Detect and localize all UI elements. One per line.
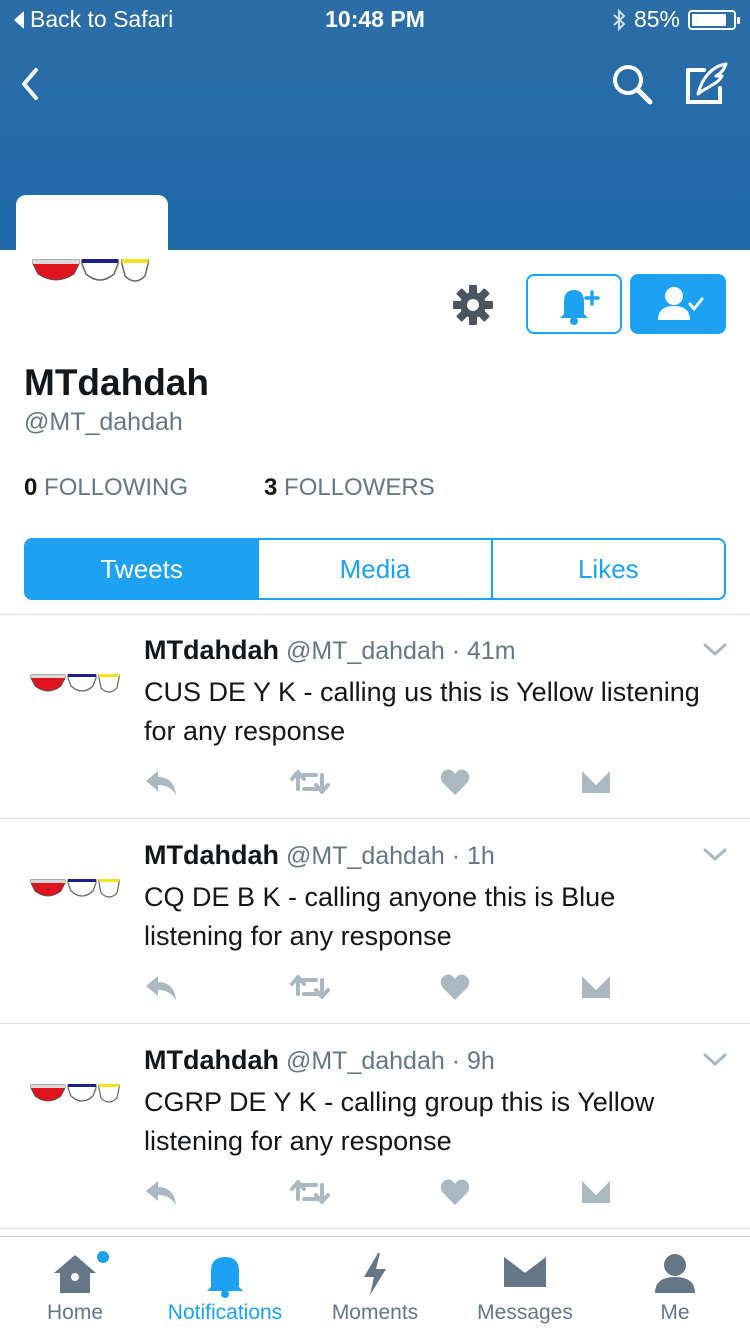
followers-count: 3	[264, 474, 278, 501]
bell-icon	[207, 1257, 243, 1298]
battery-level	[692, 13, 726, 26]
tabbar-messages-label: Messages	[477, 1301, 573, 1324]
lightning-icon	[364, 1253, 386, 1295]
tweet-author-handle[interactable]: @MT_dahdah	[286, 1047, 445, 1075]
heart-icon[interactable]	[440, 1177, 470, 1207]
profile-display-name: MTdahdah	[24, 362, 209, 403]
tab-media[interactable]: Media	[259, 540, 493, 598]
divider	[0, 1023, 750, 1024]
tweet-timestamp[interactable]: 1h	[467, 842, 495, 870]
tab-likes[interactable]: Likes	[493, 540, 724, 598]
tweet-header: MTdahdah @MT_dahdah · 1h	[144, 840, 495, 871]
direct-message-icon[interactable]	[580, 1177, 612, 1205]
home-badge-dot	[97, 1251, 109, 1263]
home-icon	[54, 1255, 96, 1293]
compose-icon[interactable]	[682, 58, 732, 108]
following-stat[interactable]: 0 FOLLOWING	[24, 474, 188, 502]
battery-percent: 85%	[633, 6, 680, 32]
tab-tweets[interactable]: Tweets	[26, 540, 260, 598]
tweet-header: MTdahdah @MT_dahdah · 9h	[144, 1045, 495, 1076]
profile-handle: @MT_dahdah	[24, 408, 183, 436]
reply-icon[interactable]	[144, 767, 180, 797]
tweet-item[interactable]: MTdahdah @MT_dahdah · 1h CQ DE B K - call…	[0, 820, 750, 1025]
retweet-icon[interactable]	[290, 1177, 330, 1207]
bell-plus-icon	[560, 290, 600, 325]
status-bar: Back to Safari 10:48 PM 85%	[0, 0, 750, 40]
tweet-item[interactable]: MTdahdah @MT_dahdah · 41m CUS DE Y K - ca…	[0, 615, 750, 820]
tweet-text: CQ DE B K - calling anyone this is Blue …	[144, 882, 616, 951]
person-icon	[655, 1254, 695, 1293]
following-label: FOLLOWING	[44, 474, 189, 501]
retweet-icon[interactable]	[290, 767, 330, 797]
bottom-tab-bar: Home Notifications Moments Messages Me	[0, 1236, 750, 1334]
profile-tabs: Tweets Media Likes	[24, 538, 726, 600]
chevron-down-icon[interactable]	[702, 641, 728, 659]
chevron-down-icon[interactable]	[702, 1051, 728, 1069]
tabbar-moments[interactable]: Moments	[300, 1237, 450, 1335]
tabbar-notifications-label: Notifications	[167, 1301, 283, 1324]
tabbar-home-label: Home	[46, 1301, 104, 1324]
tweet-text: CGRP DE Y K - calling group this is Yell…	[144, 1087, 655, 1156]
tweet-author-name[interactable]: MTdahdah	[144, 840, 279, 870]
followers-stat[interactable]: 3 FOLLOWERS	[264, 474, 435, 502]
status-right: 85%	[612, 6, 740, 33]
tabbar-me[interactable]: Me	[600, 1237, 750, 1335]
tweet-separator-dot: ·	[444, 1047, 467, 1075]
tweet-item[interactable]: MTdahdah @MT_dahdah · 9h CGRP DE Y K - ca…	[0, 1025, 750, 1230]
reply-icon[interactable]	[144, 972, 180, 1002]
following-count: 0	[24, 474, 38, 501]
tabbar-messages[interactable]: Messages	[450, 1237, 600, 1335]
tabbar-home[interactable]: Home	[0, 1237, 150, 1335]
tabbar-moments-label: Moments	[331, 1301, 419, 1324]
following-button[interactable]	[630, 274, 726, 334]
chevron-down-icon[interactable]	[702, 846, 728, 864]
settings-gear-icon[interactable]	[450, 282, 496, 328]
tweet-author-handle[interactable]: @MT_dahdah	[286, 842, 445, 870]
tabbar-notifications[interactable]: Notifications	[150, 1237, 300, 1335]
heart-icon[interactable]	[440, 767, 470, 797]
tweet-avatar[interactable]	[30, 672, 120, 701]
tweet-avatar[interactable]	[30, 1082, 120, 1111]
bluetooth-icon	[613, 8, 626, 31]
tweet-avatar[interactable]	[30, 877, 120, 906]
person-check-icon	[658, 287, 704, 320]
heart-icon[interactable]	[440, 972, 470, 1002]
search-icon[interactable]	[608, 60, 656, 108]
tweet-text: CUS DE Y K - calling us this is Yellow l…	[144, 677, 700, 746]
tweet-timestamp[interactable]: 41m	[467, 637, 516, 665]
followers-label: FOLLOWERS	[284, 474, 435, 501]
direct-message-icon[interactable]	[580, 767, 612, 795]
tweet-author-handle[interactable]: @MT_dahdah	[286, 637, 445, 665]
retweet-icon[interactable]	[290, 972, 330, 1002]
tweet-author-name[interactable]: MTdahdah	[144, 635, 279, 665]
tweet-timestamp[interactable]: 9h	[467, 1047, 495, 1075]
profile-avatar	[32, 259, 149, 282]
back-chevron-icon[interactable]	[14, 62, 54, 106]
tweet-separator-dot: ·	[444, 637, 467, 665]
tabbar-me-label: Me	[660, 1301, 690, 1324]
tweet-author-name[interactable]: MTdahdah	[144, 1045, 279, 1075]
reply-icon[interactable]	[144, 1177, 180, 1207]
divider	[0, 818, 750, 819]
notifications-toggle-button[interactable]	[526, 274, 622, 334]
divider	[0, 1228, 750, 1229]
battery-icon	[688, 9, 740, 30]
tweet-separator-dot: ·	[444, 842, 467, 870]
direct-message-icon[interactable]	[580, 972, 612, 1000]
tweet-header: MTdahdah @MT_dahdah · 41m	[144, 635, 516, 666]
envelope-icon	[503, 1253, 547, 1287]
